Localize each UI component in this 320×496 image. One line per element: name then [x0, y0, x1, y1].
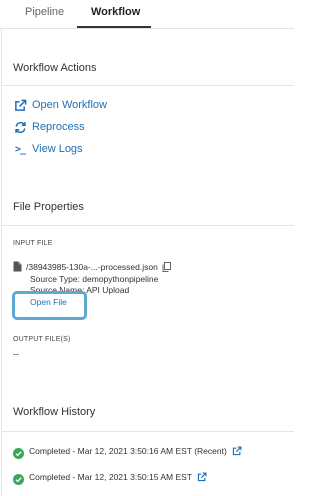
external-link-icon[interactable] [232, 446, 242, 456]
external-link-icon[interactable] [197, 472, 207, 482]
workflow-actions-title: Workflow Actions [13, 62, 97, 74]
source-type: Source Type: demopythonpipeline [30, 274, 159, 284]
workflow-history-title: Workflow History [13, 406, 96, 418]
file-icon [13, 261, 22, 272]
open-file-link[interactable]: Open File [30, 297, 67, 307]
history-item: Completed - Mar 12, 2021 3:50:15 AM EST [13, 470, 207, 485]
input-file-name: /38943985-130a-...-processed.json [26, 261, 158, 272]
tab-workflow[interactable]: Workflow [91, 6, 140, 18]
reprocess-label: Reprocess [32, 121, 85, 133]
open-workflow-label: Open Workflow [32, 99, 107, 111]
input-file-label: INPUT FILE [13, 240, 53, 247]
tab-divider [0, 28, 294, 29]
copy-icon[interactable] [162, 261, 171, 272]
section-divider [2, 431, 294, 432]
panel-left-border [1, 29, 2, 496]
history-item-text: Completed - Mar 12, 2021 3:50:16 AM EST … [29, 446, 227, 456]
terminal-icon: >_ [14, 143, 26, 155]
section-divider [2, 225, 294, 226]
tab-pipeline[interactable]: Pipeline [25, 6, 64, 18]
check-circle-icon [13, 472, 24, 485]
output-files-label: OUTPUT FILE(S) [13, 336, 71, 343]
view-logs-label: View Logs [32, 143, 83, 155]
history-item: Completed - Mar 12, 2021 3:50:16 AM EST … [13, 444, 242, 459]
output-files-value: -- [13, 349, 19, 359]
view-logs-button[interactable]: >_ View Logs [13, 142, 83, 156]
reprocess-button[interactable]: Reprocess [13, 120, 85, 134]
check-circle-icon [13, 446, 24, 459]
section-divider [2, 85, 294, 86]
history-item-text: Completed - Mar 12, 2021 3:50:15 AM EST [29, 472, 193, 482]
file-properties-title: File Properties [13, 201, 84, 213]
input-file-row: /38943985-130a-...-processed.json [13, 261, 171, 272]
refresh-icon [13, 120, 27, 134]
tab-bar: Pipeline Workflow [0, 0, 294, 29]
open-workflow-button[interactable]: Open Workflow [13, 98, 107, 112]
external-link-icon [13, 98, 27, 112]
